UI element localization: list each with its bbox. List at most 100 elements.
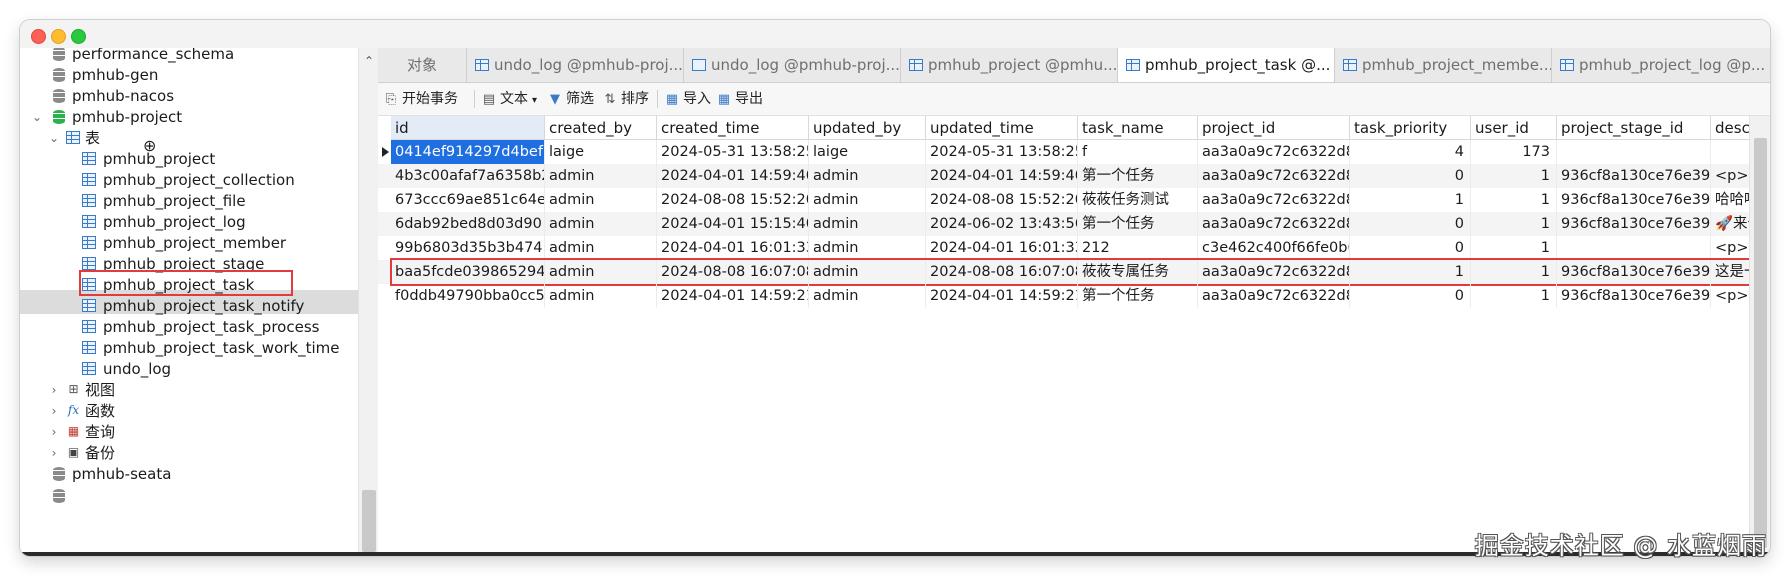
cell-task-name[interactable]: 莜莜任务测试 [1078,188,1198,212]
cell-id[interactable]: 99b6803d35b3b474 [391,236,545,260]
cell-project-id[interactable]: aa3a0a9c72c6322d8 [1198,212,1350,236]
text-view-button[interactable]: ▤ 文本 ▾ [482,83,537,115]
tab-pmhub-project-member[interactable]: pmhub_project_membe... [1335,48,1552,82]
sort-button[interactable]: ⇅ 排序 [603,83,649,115]
cell-task-name[interactable]: 212 [1078,236,1198,260]
cell-descr[interactable]: 🚀来个 [1711,212,1749,236]
cell-updated-by[interactable]: admin [809,212,926,236]
column-header-id[interactable]: id [391,116,545,140]
cell-created-by[interactable]: laige [545,140,657,164]
sidebar-scrollbar[interactable]: ⌃ [358,48,379,552]
cell-id[interactable]: 4b3c00afaf7a6358b2 [391,164,545,188]
cell-task-priority[interactable]: 0 [1350,236,1471,260]
cell-created-time[interactable]: 2024-04-01 16:01:33 [657,236,809,260]
column-header-project-stage-id[interactable]: project_stage_id [1557,116,1711,140]
cell-task-priority[interactable]: 0 [1350,284,1471,308]
cell-created-time[interactable]: 2024-08-08 15:52:20 [657,188,809,212]
minimize-button[interactable] [51,29,66,44]
cell-created-time[interactable]: 2024-05-31 13:58:25 [657,140,809,164]
cell-updated-time[interactable]: 2024-08-08 15:52:20 [926,188,1078,212]
cell-updated-time[interactable]: 2024-04-01 14:59:40 [926,164,1078,188]
cell-created-by[interactable]: admin [545,188,657,212]
cell-id[interactable]: f0ddb49790bba0cc5 [391,284,545,308]
column-header-updated-time[interactable]: updated_time [926,116,1078,140]
cell-updated-by[interactable]: admin [809,236,926,260]
cell-task-priority[interactable]: 1 [1350,188,1471,212]
cell-task-name[interactable]: 第一个任务 [1078,212,1198,236]
column-header-project-id[interactable]: project_id [1198,116,1350,140]
close-button[interactable] [31,29,46,44]
cell-user-id[interactable]: 1 [1471,212,1557,236]
cell-task-priority[interactable]: 4 [1350,140,1471,164]
filter-button[interactable]: ▼ 筛选 [548,83,594,115]
cell-created-time[interactable]: 2024-04-01 14:59:21 [657,284,809,308]
cell-project-stage-id[interactable] [1557,236,1711,260]
cell-created-by[interactable]: admin [545,236,657,260]
cell-created-time[interactable]: 2024-04-01 15:15:40 [657,212,809,236]
tab-undo-log-1[interactable]: undo_log @pmhub-proj... [467,48,684,82]
cell-task-name[interactable]: f [1078,140,1198,164]
cell-created-by[interactable]: admin [545,284,657,308]
cell-user-id[interactable]: 1 [1471,284,1557,308]
cell-project-stage-id[interactable] [1557,140,1711,164]
export-button[interactable]: ▦ 导出 [717,83,763,115]
cell-user-id[interactable]: 173 [1471,140,1557,164]
cell-task-name[interactable]: 第一个任务 [1078,284,1198,308]
tab-undo-log-2[interactable]: undo_log @pmhub-proj... [684,48,901,82]
cell-created-by[interactable]: admin [545,164,657,188]
cell-project-id[interactable]: c3e462c400f66fe0b6 [1198,236,1350,260]
tab-pmhub-project-task[interactable]: pmhub_project_task @... [1118,48,1335,82]
column-header-task-name[interactable]: task_name [1078,116,1198,140]
cell-project-stage-id[interactable]: 936cf8a130ce76e39l [1557,212,1711,236]
cell-descr[interactable]: <p>测 [1711,164,1749,188]
cell-updated-time[interactable]: 2024-04-01 16:01:33 [926,236,1078,260]
tab-pmhub-project[interactable]: pmhub_project @pmhu... [901,48,1118,82]
cell-user-id[interactable]: 1 [1471,236,1557,260]
cell-project-stage-id[interactable]: 936cf8a130ce76e39l [1557,164,1711,188]
cell-updated-time[interactable]: 2024-06-02 13:43:56 [926,212,1078,236]
tab-pmhub-project-log[interactable]: pmhub_project_log @p... [1552,48,1770,82]
cell-project-id[interactable]: aa3a0a9c72c6322d8 [1198,164,1350,188]
cell-project-stage-id[interactable]: 936cf8a130ce76e39l [1557,284,1711,308]
column-header-descr[interactable]: descr [1711,116,1749,140]
scroll-up-icon[interactable]: ⌃ [364,54,374,68]
cell-descr[interactable] [1711,140,1749,164]
cell-updated-by[interactable]: admin [809,284,926,308]
cell-created-by[interactable]: admin [545,212,657,236]
cell-updated-by[interactable]: laige [809,140,926,164]
begin-transaction-button[interactable]: ⎘ 开始事务 [384,83,458,115]
chevron-down-icon[interactable]: ⌄ [30,105,44,129]
maximize-button[interactable] [71,29,86,44]
cell-updated-time[interactable]: 2024-04-01 14:59:21 [926,284,1078,308]
column-header-user-id[interactable]: user_id [1471,116,1557,140]
grid-scrollbar[interactable] [1749,116,1770,552]
cell-user-id[interactable]: 1 [1471,188,1557,212]
column-header-created-time[interactable]: created_time [657,116,809,140]
cell-descr[interactable]: <p>1 [1711,236,1749,260]
grid-scroll-thumb[interactable] [1754,138,1767,548]
column-header-created-by[interactable]: created_by [545,116,657,140]
cell-project-id[interactable]: aa3a0a9c72c6322d8 [1198,284,1350,308]
cell-project-id[interactable]: aa3a0a9c72c6322d8 [1198,188,1350,212]
cell-project-stage-id[interactable]: 936cf8a130ce76e39l [1557,188,1711,212]
cell-task-name[interactable]: 第一个任务 [1078,164,1198,188]
chevron-down-icon[interactable]: ⌄ [47,126,61,150]
cell-descr[interactable]: <p>测 [1711,284,1749,308]
cell-task-priority[interactable]: 0 [1350,164,1471,188]
cell-user-id[interactable]: 1 [1471,164,1557,188]
cell-id[interactable]: 0414ef914297d4bef [391,140,545,164]
cell-updated-by[interactable]: admin [809,188,926,212]
cell-updated-by[interactable]: admin [809,164,926,188]
import-button[interactable]: ▦ 导入 [665,83,711,115]
cell-id[interactable]: 6dab92bed8d03d90 [391,212,545,236]
cell-project-id[interactable]: aa3a0a9c72c6322d8 [1198,140,1350,164]
sidebar-item-pmhub-seata[interactable]: pmhub-seata [53,462,171,486]
cell-created-time[interactable]: 2024-04-01 14:59:40 [657,164,809,188]
cell-descr[interactable]: 哈哈哈 [1711,188,1749,212]
column-header-task-priority[interactable]: task_priority [1350,116,1471,140]
cell-id[interactable]: 673ccc69ae851c64e [391,188,545,212]
cell-task-priority[interactable]: 0 [1350,212,1471,236]
sidebar-scroll-thumb[interactable] [362,490,376,552]
tab-objects[interactable]: 对象 [378,48,467,82]
column-header-updated-by[interactable]: updated_by [809,116,926,140]
